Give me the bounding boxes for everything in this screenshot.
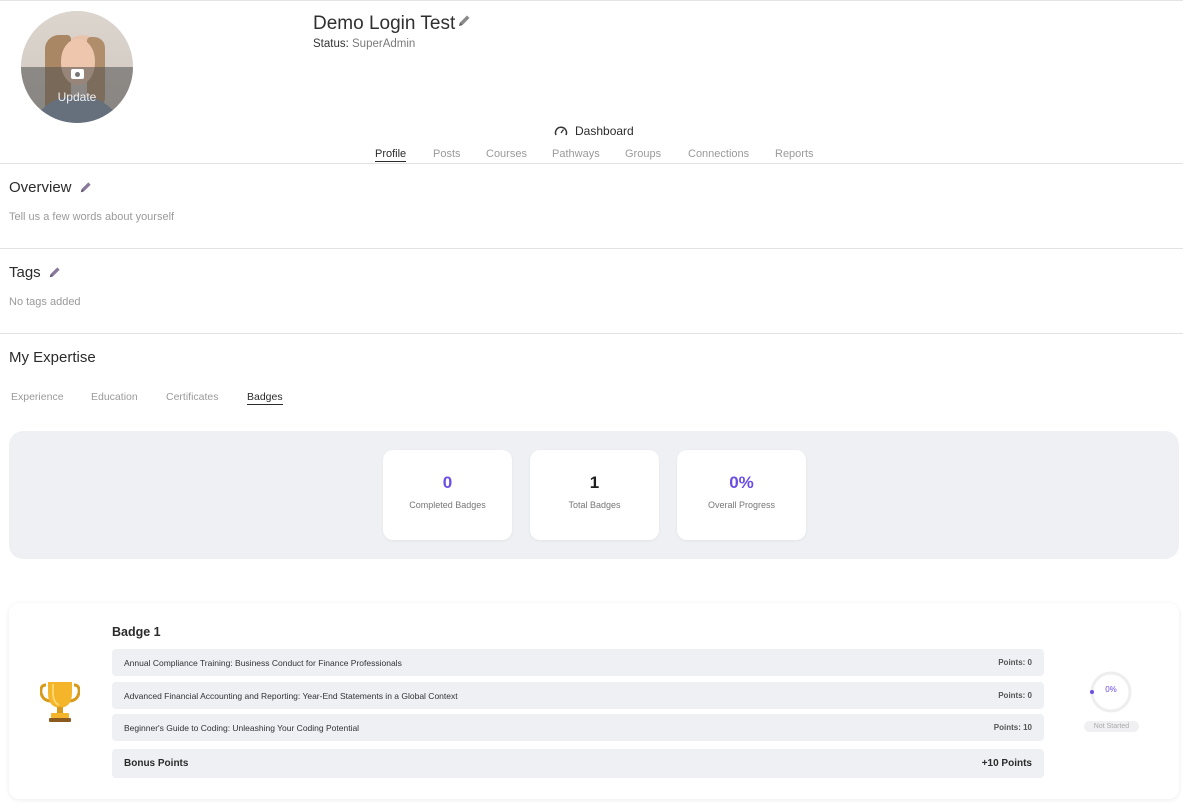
tags-title: Tags <box>9 264 41 281</box>
stat-value: 1 <box>589 473 600 492</box>
overview-placeholder: Tell us a few words about yourself <box>9 211 175 223</box>
overview-title: Overview <box>9 179 72 196</box>
stat-value: 0 <box>442 473 453 492</box>
badge-stats-panel: 0 Completed Badges 1 Total Badges 0% Ove… <box>9 431 1179 559</box>
badge-title: Badge 1 <box>112 625 161 639</box>
course-name: Annual Compliance Training: Business Con… <box>124 658 402 668</box>
pencil-icon[interactable] <box>456 13 472 29</box>
tab-pathways[interactable]: Pathways <box>552 148 600 160</box>
course-name: Advanced Financial Accounting and Report… <box>124 691 458 701</box>
bonus-label: Bonus Points <box>124 758 189 769</box>
tags-heading: Tags <box>9 264 62 281</box>
status-label: Status: <box>313 38 349 50</box>
tab-courses[interactable]: Courses <box>486 148 527 160</box>
progress-percent: 0% <box>1105 685 1117 694</box>
profile-name: Demo Login Test <box>313 13 456 34</box>
status-value: SuperAdmin <box>352 38 416 50</box>
profile-status: Status: SuperAdmin <box>313 38 415 50</box>
course-points: Points: 0 <box>998 658 1032 667</box>
bonus-value: +10 Points <box>981 758 1032 769</box>
tags-empty: No tags added <box>9 296 81 308</box>
tab-profile[interactable]: Profile <box>375 148 407 162</box>
dashboard-gauge-icon <box>554 126 568 136</box>
overview-heading: Overview <box>9 179 93 196</box>
stat-total-badges: 1 Total Badges <box>530 450 659 540</box>
tabs-divider <box>0 163 1183 164</box>
pencil-icon[interactable] <box>78 180 93 195</box>
tab-experience[interactable]: Experience <box>11 391 64 403</box>
pencil-icon[interactable] <box>47 265 62 280</box>
avatar[interactable]: Update <box>21 11 133 123</box>
status-badge: Not Started <box>1084 721 1139 732</box>
top-divider <box>0 0 1183 1</box>
tab-badges[interactable]: Badges <box>247 391 283 405</box>
tab-connections[interactable]: Connections <box>688 148 749 160</box>
stat-completed-badges: 0 Completed Badges <box>383 450 512 540</box>
badge-course-row[interactable]: Advanced Financial Accounting and Report… <box>112 682 1044 709</box>
badge-course-row[interactable]: Beginner's Guide to Coding: Unleashing Y… <box>112 714 1044 741</box>
tab-posts[interactable]: Posts <box>433 148 461 160</box>
badge-course-row[interactable]: Annual Compliance Training: Business Con… <box>112 649 1044 676</box>
stat-value: 0% <box>729 473 754 492</box>
bonus-points-row: Bonus Points +10 Points <box>112 749 1044 778</box>
dashboard-link[interactable]: Dashboard <box>554 124 634 138</box>
profile-tabs: Profile Posts Courses Pathways Groups Co… <box>0 148 1183 164</box>
section-divider <box>0 333 1183 334</box>
stat-label: Total Badges <box>568 500 621 510</box>
section-divider <box>0 248 1183 249</box>
tab-reports[interactable]: Reports <box>775 148 814 160</box>
avatar-update-label[interactable]: Update <box>21 90 133 104</box>
stat-overall-progress: 0% Overall Progress <box>677 450 806 540</box>
badge-card: Badge 1 Annual Compliance Training: Busi… <box>9 603 1179 799</box>
camera-icon[interactable] <box>71 69 84 79</box>
expertise-title: My Expertise <box>9 349 96 366</box>
course-name: Beginner's Guide to Coding: Unleashing Y… <box>124 723 360 733</box>
tab-education[interactable]: Education <box>91 391 138 403</box>
tab-groups[interactable]: Groups <box>625 148 661 160</box>
profile-page: Update Demo Login Test Status: SuperAdmi… <box>0 0 1183 808</box>
tab-certificates[interactable]: Certificates <box>166 391 219 403</box>
stat-label: Completed Badges <box>409 500 486 510</box>
course-points: Points: 10 <box>993 723 1032 732</box>
expertise-heading: My Expertise <box>9 349 96 366</box>
course-points: Points: 0 <box>998 691 1032 700</box>
trophy-icon <box>40 682 80 722</box>
stat-label: Overall Progress <box>707 500 776 510</box>
dashboard-label[interactable]: Dashboard <box>575 124 634 138</box>
